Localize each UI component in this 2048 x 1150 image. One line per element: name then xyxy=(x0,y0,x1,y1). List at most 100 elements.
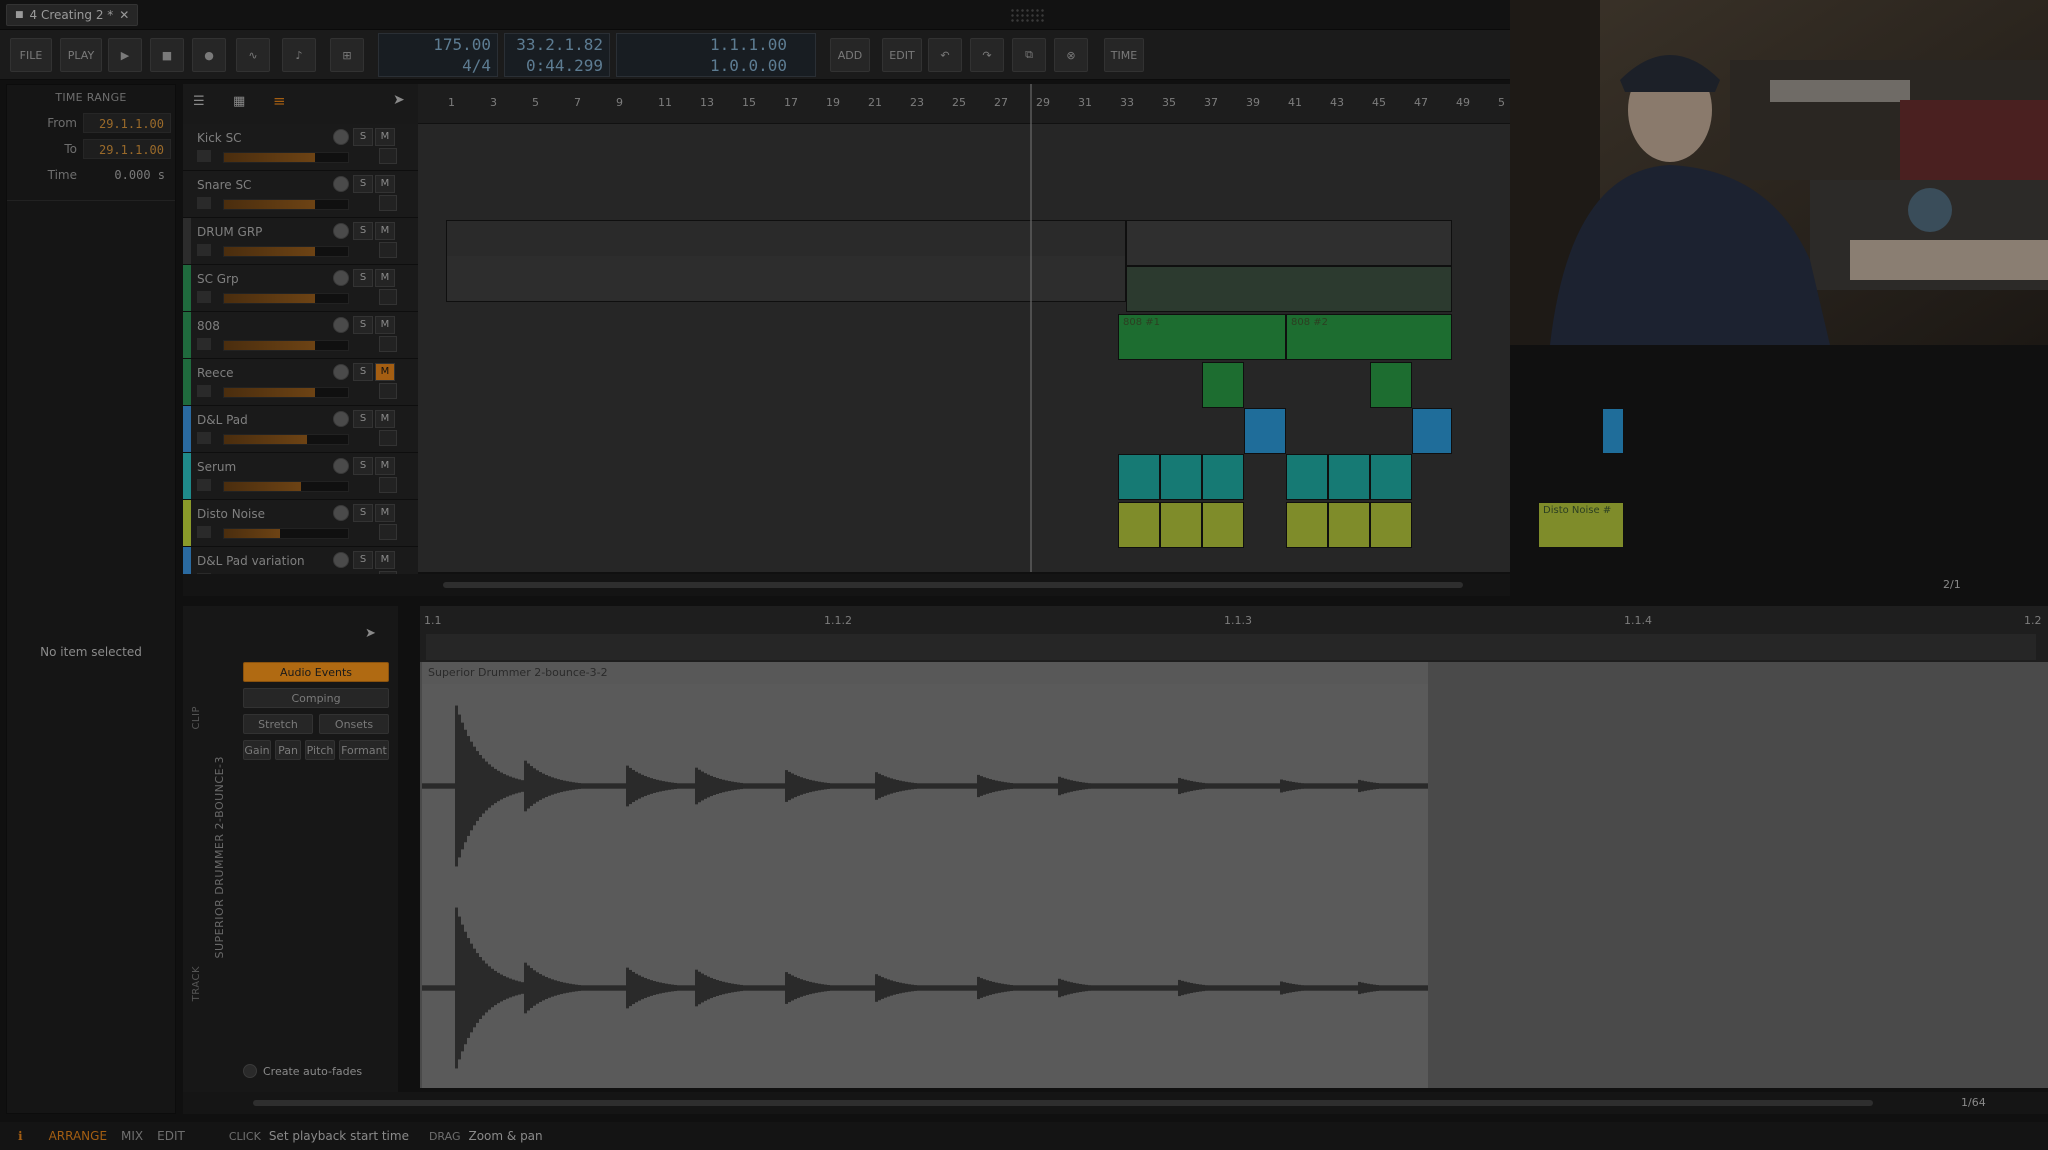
track-menu-icon[interactable] xyxy=(379,477,397,493)
auto-fades-row[interactable]: Create auto-fades xyxy=(243,1064,362,1078)
solo-button[interactable]: S xyxy=(353,504,373,522)
mute-button[interactable]: M xyxy=(375,222,395,240)
from-field[interactable]: 29.1.1.00 xyxy=(83,113,171,133)
track-header[interactable]: 808 S M xyxy=(183,312,418,359)
mute-button[interactable]: M xyxy=(375,363,395,381)
solo-button[interactable]: S xyxy=(353,551,373,569)
solo-button[interactable]: S xyxy=(353,363,373,381)
playhead[interactable] xyxy=(1030,84,1032,572)
metronome-icon[interactable]: ♪ xyxy=(282,38,316,72)
edit-tab[interactable]: EDIT xyxy=(157,1129,185,1143)
pan-button[interactable]: Pan xyxy=(275,740,301,760)
track-header[interactable]: Disto Noise S M xyxy=(183,500,418,547)
copy-icon[interactable]: ⧉ xyxy=(1012,38,1046,72)
clip-disto-4[interactable] xyxy=(1286,502,1328,548)
track-menu-icon[interactable] xyxy=(379,148,397,164)
track-menu-icon[interactable] xyxy=(379,383,397,399)
clip-reece-2[interactable] xyxy=(1370,362,1412,408)
track-menu-icon[interactable]: ☰ xyxy=(193,94,205,109)
arranger-scroll-thumb[interactable] xyxy=(443,582,1463,588)
track-menu-icon[interactable] xyxy=(379,430,397,446)
editor-ruler[interactable]: 1.1 1.1.2 1.1.3 1.1.4 1.2 xyxy=(420,606,2048,662)
to-field[interactable]: 29.1.1.00 xyxy=(83,139,171,159)
clip-disto-2[interactable] xyxy=(1160,502,1202,548)
clip-serum-2[interactable] xyxy=(1160,454,1202,500)
drum-group-clip-2[interactable] xyxy=(1126,220,1452,266)
editor-scroll-thumb[interactable] xyxy=(253,1100,1873,1106)
track-tab[interactable]: TRACK xyxy=(191,966,202,1001)
track-header[interactable]: SC Grp S M xyxy=(183,265,418,312)
edit-button[interactable]: EDIT xyxy=(882,38,922,72)
track-header[interactable]: Reece S M xyxy=(183,359,418,406)
automation-icon[interactable]: ∿ xyxy=(236,38,270,72)
window-grip-icon[interactable] xyxy=(1010,8,1046,22)
clip-dl-pad-1[interactable] xyxy=(1244,408,1286,454)
mute-button[interactable]: M xyxy=(375,457,395,475)
editor-loop-lane[interactable] xyxy=(426,634,2036,660)
volume-slider[interactable] xyxy=(223,293,349,304)
track-header[interactable]: Kick SC S M xyxy=(183,124,418,171)
clip-tab[interactable]: CLIP xyxy=(191,706,202,730)
clip-serum-5[interactable] xyxy=(1328,454,1370,500)
overdub-icon[interactable]: ⊞ xyxy=(330,38,364,72)
track-header[interactable]: D&L Pad S M xyxy=(183,406,418,453)
mute-button[interactable]: M xyxy=(375,175,395,193)
audio-clip-header[interactable]: Superior Drummer 2-bounce-3-2 xyxy=(422,662,1428,684)
volume-slider[interactable] xyxy=(223,340,349,351)
undo-icon[interactable]: ↶ xyxy=(928,38,962,72)
track-menu-icon[interactable] xyxy=(379,524,397,540)
clip-reece-1[interactable] xyxy=(1202,362,1244,408)
delete-icon[interactable]: ⊗ xyxy=(1054,38,1088,72)
redo-icon[interactable]: ↷ xyxy=(970,38,1004,72)
arranger-clip-area[interactable]: 808 #1 808 #2 Disto Noise # xyxy=(418,124,1624,572)
track-header[interactable]: Snare SC S M xyxy=(183,171,418,218)
grid-view-icon[interactable]: ▦ xyxy=(233,94,245,109)
sc-group-clip-2[interactable] xyxy=(1126,266,1452,312)
play-icon[interactable]: ▶ xyxy=(108,38,142,72)
sc-group-clip[interactable] xyxy=(446,256,1126,302)
clip-disto-1[interactable] xyxy=(1118,502,1160,548)
mute-button[interactable]: M xyxy=(375,410,395,428)
mute-button[interactable]: M xyxy=(375,551,395,569)
arranger-scrollbar[interactable]: 2/1 xyxy=(183,574,1961,596)
record-arm-button[interactable] xyxy=(333,505,349,521)
mute-button[interactable]: M xyxy=(375,504,395,522)
pitch-button[interactable]: Pitch xyxy=(305,740,335,760)
time-button[interactable]: TIME xyxy=(1104,38,1144,72)
file-button[interactable]: FILE xyxy=(10,38,52,72)
clip-dl-pad-2[interactable] xyxy=(1412,408,1452,454)
mute-button[interactable]: M xyxy=(375,316,395,334)
tempo-display[interactable]: 175.00 4/4 xyxy=(378,33,498,77)
volume-slider[interactable] xyxy=(223,152,349,163)
volume-slider[interactable] xyxy=(223,434,349,445)
audio-events-button[interactable]: Audio Events xyxy=(243,662,389,682)
track-menu-icon[interactable] xyxy=(379,336,397,352)
record-arm-button[interactable] xyxy=(333,317,349,333)
mix-tab[interactable]: MIX xyxy=(121,1129,143,1143)
add-button[interactable]: ADD xyxy=(830,38,870,72)
volume-slider[interactable] xyxy=(223,481,349,492)
editor-scrollbar[interactable]: 1/64 xyxy=(183,1092,2048,1114)
record-arm-button[interactable] xyxy=(333,364,349,380)
record-arm-button[interactable] xyxy=(333,411,349,427)
record-arm-button[interactable] xyxy=(333,176,349,192)
record-arm-button[interactable] xyxy=(333,552,349,568)
tab-close-icon[interactable]: ✕ xyxy=(119,8,129,22)
editor-pointer-icon[interactable]: ➤ xyxy=(365,626,376,641)
solo-button[interactable]: S xyxy=(353,410,373,428)
clip-disto-named[interactable]: Disto Noise # xyxy=(1538,502,1624,548)
clip-dl-pad-3[interactable] xyxy=(1602,408,1624,454)
clip-disto-5[interactable] xyxy=(1328,502,1370,548)
arrange-tab[interactable]: ARRANGE xyxy=(49,1129,107,1143)
play-menu-button[interactable]: PLAY xyxy=(60,38,102,72)
mute-button[interactable]: M xyxy=(375,269,395,287)
volume-slider[interactable] xyxy=(223,246,349,257)
track-header[interactable]: Serum S M xyxy=(183,453,418,500)
solo-button[interactable]: S xyxy=(353,316,373,334)
record-arm-button[interactable] xyxy=(333,270,349,286)
onsets-button[interactable]: Onsets xyxy=(319,714,389,734)
volume-slider[interactable] xyxy=(223,387,349,398)
solo-button[interactable]: S xyxy=(353,222,373,240)
formant-button[interactable]: Formant xyxy=(339,740,389,760)
solo-button[interactable]: S xyxy=(353,175,373,193)
